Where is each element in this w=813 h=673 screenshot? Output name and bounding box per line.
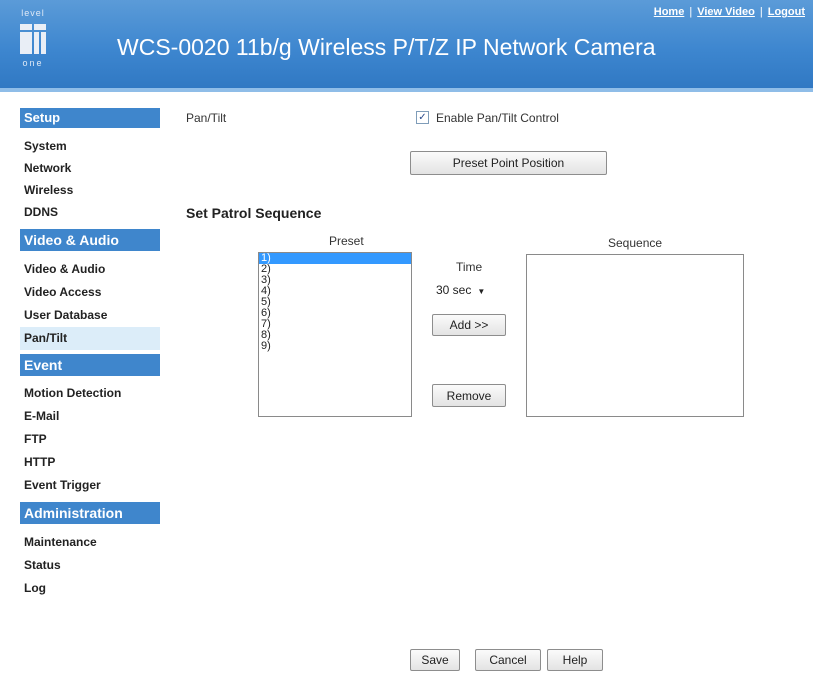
preset-option[interactable]: 8) (259, 330, 411, 341)
time-label: Time (456, 260, 483, 274)
preset-option[interactable]: 7) (259, 319, 411, 330)
levelone-logo: level one (15, 8, 51, 82)
sidebar-item-wireless[interactable]: Wireless (20, 179, 160, 201)
preset-column-label: Preset (329, 234, 364, 248)
preset-option[interactable]: 1) (259, 253, 411, 264)
dropdown-arrow-icon: ▼ (477, 287, 486, 296)
view-video-link[interactable]: View Video (697, 6, 755, 18)
sidebar: Setup System Network Wireless DDNS Video… (20, 108, 160, 600)
time-select[interactable]: 30 sec ▼ (436, 283, 485, 297)
enable-pantilt-label: Enable Pan/Tilt Control (436, 111, 559, 125)
sidebar-item-status[interactable]: Status (20, 554, 160, 577)
sidebar-item-maintenance[interactable]: Maintenance (20, 531, 160, 554)
sidebar-section-administration: Administration (20, 502, 160, 524)
logo-top-text: level (21, 8, 45, 18)
main-content: Pan/Tilt ✓ Enable Pan/Tilt Control Prese… (186, 108, 806, 671)
patrol-sequence-heading: Set Patrol Sequence (186, 205, 322, 221)
help-button[interactable]: Help (547, 649, 603, 671)
sequence-column-label: Sequence (608, 236, 663, 250)
sidebar-item-user-database[interactable]: User Database (20, 304, 160, 327)
cancel-button[interactable]: Cancel (475, 649, 541, 671)
pantilt-label: Pan/Tilt (186, 111, 227, 125)
home-link[interactable]: Home (654, 6, 685, 18)
logo-mark-icon (20, 24, 46, 54)
sidebar-item-ddns[interactable]: DDNS (20, 201, 160, 223)
sidebar-item-video-audio[interactable]: Video & Audio (20, 258, 160, 281)
time-select-value: 30 sec (436, 283, 472, 297)
link-separator: | (759, 6, 763, 18)
sidebar-section-setup: Setup (20, 108, 160, 128)
preset-option[interactable]: 5) (259, 297, 411, 308)
sidebar-item-motion-detection[interactable]: Motion Detection (20, 382, 160, 405)
logo-bottom-text: one (22, 58, 44, 68)
save-button[interactable]: Save (410, 649, 460, 671)
sidebar-item-http[interactable]: HTTP (20, 451, 160, 474)
top-links: Home | View Video | Logout (654, 6, 805, 18)
link-separator: | (689, 6, 693, 18)
sidebar-item-video-access[interactable]: Video Access (20, 281, 160, 304)
page-title: WCS-0020 11b/g Wireless P/T/Z IP Network… (117, 34, 656, 60)
preset-option[interactable]: 6) (259, 308, 411, 319)
remove-button[interactable]: Remove (432, 384, 506, 407)
preset-option[interactable]: 3) (259, 275, 411, 286)
sidebar-item-network[interactable]: Network (20, 157, 160, 179)
enable-pantilt-checkbox[interactable]: ✓ (416, 111, 429, 124)
sidebar-item-email[interactable]: E-Mail (20, 405, 160, 428)
sidebar-item-event-trigger[interactable]: Event Trigger (20, 474, 160, 497)
sidebar-item-log[interactable]: Log (20, 577, 160, 600)
sidebar-item-pan-tilt[interactable]: Pan/Tilt (20, 327, 160, 350)
preset-option[interactable]: 9) (259, 341, 411, 352)
preset-listbox[interactable]: 1) 2) 3) 4) 5) 6) 7) 8) 9) (258, 252, 412, 417)
preset-option[interactable]: 4) (259, 286, 411, 297)
add-button[interactable]: Add >> (432, 314, 506, 336)
sidebar-section-video-audio: Video & Audio (20, 229, 160, 251)
sidebar-section-event: Event (20, 354, 160, 376)
preset-point-position-button[interactable]: Preset Point Position (410, 151, 607, 175)
preset-option[interactable]: 2) (259, 264, 411, 275)
sequence-listbox[interactable] (526, 254, 744, 417)
sidebar-item-system[interactable]: System (20, 135, 160, 157)
sidebar-item-ftp[interactable]: FTP (20, 428, 160, 451)
logout-link[interactable]: Logout (768, 6, 805, 18)
header-banner: level one WCS-0020 11b/g Wireless P/T/Z … (0, 0, 813, 92)
